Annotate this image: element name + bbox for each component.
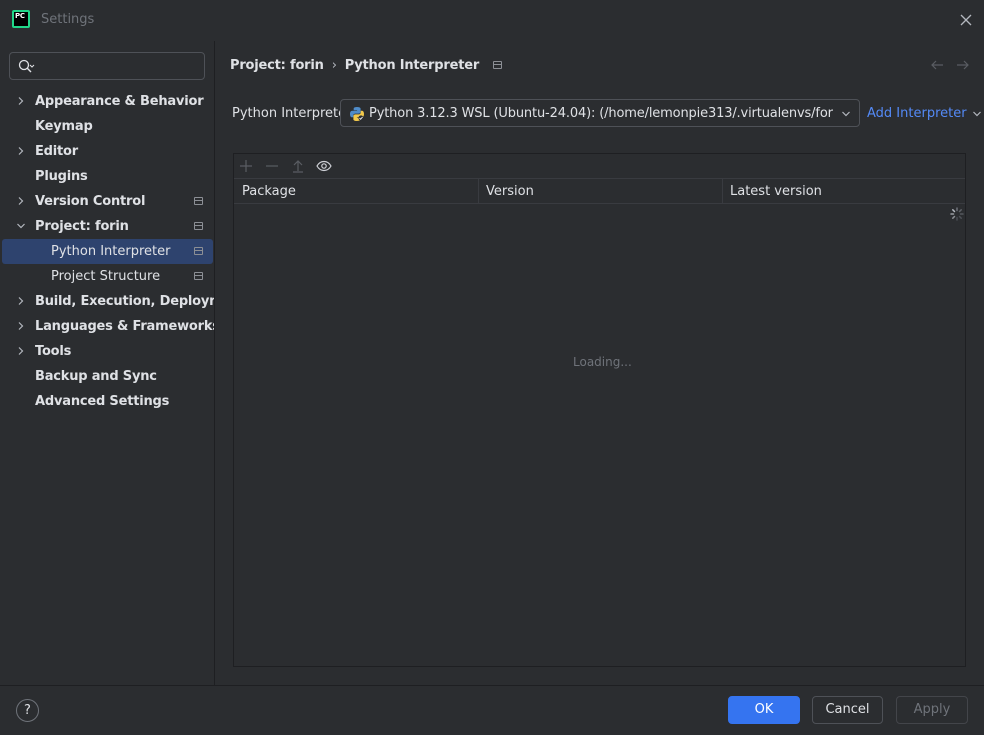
chevron-right-icon[interactable] (16, 196, 26, 206)
sidebar-item-backup-and-sync[interactable]: Backup and Sync (2, 364, 213, 389)
chevron-right-icon[interactable] (16, 96, 26, 106)
cancel-button[interactable]: Cancel (812, 696, 883, 724)
apply-button[interactable]: Apply (896, 696, 968, 724)
sidebar-item-project-forin[interactable]: Project: forin (2, 214, 213, 239)
interpreter-select[interactable]: Python 3.12.3 WSL (Ubuntu-24.04): (/home… (340, 99, 860, 127)
column-package[interactable]: Package (242, 184, 296, 199)
packages-toolbar (234, 154, 965, 179)
add-icon (240, 160, 252, 172)
project-level-icon (493, 61, 503, 69)
sidebar-item-editor[interactable]: Editor (2, 139, 213, 164)
interpreter-value: Python 3.12.3 WSL (Ubuntu-24.04): (/home… (369, 106, 834, 121)
loading-spinner-icon (950, 207, 964, 221)
upgrade-icon (293, 160, 303, 173)
project-level-icon (194, 247, 203, 255)
settings-search[interactable] (9, 52, 205, 80)
sidebar-item-advanced-settings[interactable]: Advanced Settings (2, 389, 213, 414)
sidebar-item-label: Appearance & Behavior (35, 94, 204, 109)
breadcrumb-separator: › (331, 57, 337, 73)
chevron-right-icon[interactable] (16, 296, 26, 306)
loading-status: Loading... (573, 355, 632, 369)
chevron-down-icon (972, 111, 981, 116)
project-level-icon (194, 197, 203, 205)
column-version[interactable]: Version (486, 184, 534, 199)
close-button[interactable] (955, 9, 977, 31)
uninstall-package-button[interactable] (264, 158, 280, 174)
sidebar-item-label: Editor (35, 144, 78, 159)
arrow-left-icon (931, 60, 943, 70)
settings-content: Project: forin › Python Interpreter Pyth… (214, 41, 984, 685)
column-latest-version[interactable]: Latest version (730, 184, 822, 199)
dialog-footer: ? OK Cancel Apply (0, 685, 984, 735)
python-icon (350, 107, 364, 121)
sidebar-item-label: Plugins (35, 169, 88, 184)
chevron-right-icon[interactable] (16, 321, 26, 331)
eye-icon (316, 160, 332, 172)
column-divider[interactable] (722, 179, 723, 204)
chevron-right-icon[interactable] (16, 346, 26, 356)
help-button[interactable]: ? (16, 699, 39, 722)
search-input[interactable] (40, 56, 200, 76)
sidebar-item-label: Backup and Sync (35, 369, 157, 384)
sidebar-item-keymap[interactable]: Keymap (2, 114, 213, 139)
sidebar-item-label: Project: forin (35, 219, 129, 234)
packages-table-header: Package Version Latest version (234, 179, 965, 204)
breadcrumb-current: Python Interpreter (344, 57, 480, 73)
back-button[interactable] (929, 57, 945, 73)
sidebar-item-build-execution-deployment[interactable]: Build, Execution, Deployment (2, 289, 246, 314)
window-title: Settings (41, 12, 95, 27)
sidebar-item-languages-frameworks[interactable]: Languages & Frameworks (2, 314, 220, 339)
sidebar-item-label: Python Interpreter (51, 244, 171, 259)
ok-button[interactable]: OK (728, 696, 800, 724)
project-level-icon (194, 272, 203, 280)
sidebar-item-label: Keymap (35, 119, 93, 134)
pycharm-logo-icon: PC (12, 10, 30, 28)
close-icon (960, 14, 972, 26)
settings-sidebar: Appearance & Behavior Keymap Editor Plugins… (0, 41, 246, 685)
sidebar-item-project-structure[interactable]: Project Structure (2, 264, 213, 289)
breadcrumb-parent[interactable]: Project: forin (230, 58, 324, 73)
sidebar-item-version-control[interactable]: Version Control (2, 189, 213, 214)
chevron-right-icon[interactable] (16, 146, 26, 156)
add-interpreter-link[interactable]: Add Interpreter (867, 106, 982, 121)
sidebar-item-label: Languages & Frameworks (35, 319, 220, 334)
title-bar: PC Settings (0, 0, 984, 41)
packages-panel: Package Version Latest version Loading..… (233, 153, 966, 667)
sidebar-item-label: Advanced Settings (35, 394, 170, 409)
breadcrumb: Project: forin › Python Interpreter (230, 56, 503, 74)
column-divider[interactable] (478, 179, 479, 204)
show-early-releases-button[interactable] (316, 158, 332, 174)
search-icon (18, 59, 35, 73)
sidebar-item-plugins[interactable]: Plugins (2, 164, 213, 189)
add-interpreter-label: Add Interpreter (867, 106, 967, 121)
sidebar-item-label: Version Control (35, 194, 146, 209)
sidebar-item-appearance-behavior[interactable]: Appearance & Behavior (2, 89, 213, 114)
sidebar-item-python-interpreter[interactable]: Python Interpreter (2, 239, 213, 264)
install-package-button[interactable] (238, 158, 254, 174)
upgrade-package-button[interactable] (290, 158, 306, 174)
interpreter-label: Python Interpreter: (232, 106, 356, 121)
sidebar-item-tools[interactable]: Tools (2, 339, 213, 364)
sidebar-item-label: Project Structure (51, 269, 161, 284)
chevron-down-icon[interactable] (16, 221, 26, 231)
chevron-down-icon (842, 111, 850, 117)
forward-button[interactable] (955, 57, 971, 73)
sidebar-item-label: Tools (35, 344, 72, 359)
project-level-icon (194, 222, 203, 230)
arrow-right-icon (957, 60, 969, 70)
remove-icon (266, 165, 278, 167)
